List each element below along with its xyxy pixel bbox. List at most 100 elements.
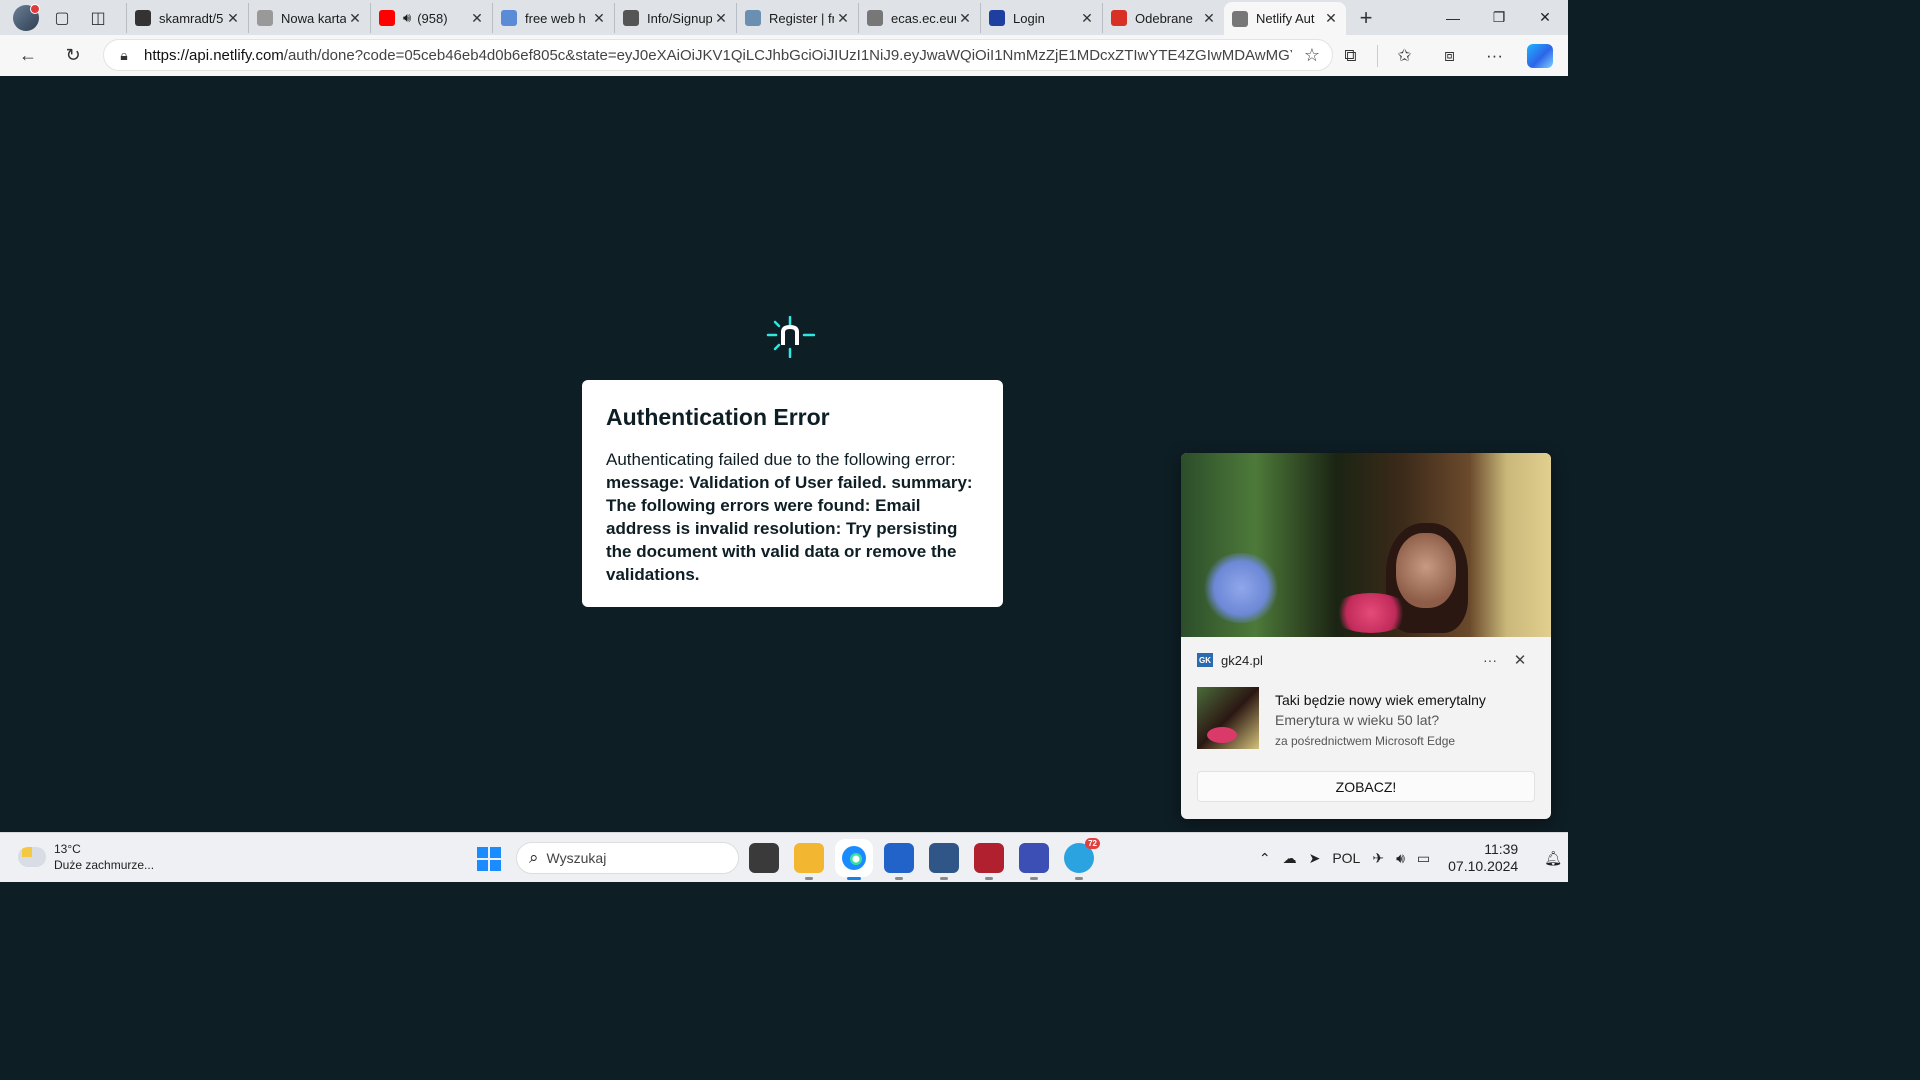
- tab-close-icon[interactable]: ✕: [1322, 10, 1340, 27]
- address-toolbar: ← ↻ 🔒︎ https://api.netlify.com/auth/done…: [0, 35, 1568, 76]
- refresh-icon[interactable]: ↻: [51, 37, 95, 73]
- battery-icon[interactable]: ▭: [1411, 850, 1436, 867]
- weather-widget[interactable]: 13°C Duże zachmurze...: [18, 841, 154, 873]
- copilot-icon[interactable]: [1517, 38, 1562, 74]
- extensions-icon[interactable]: ⧉: [1328, 38, 1373, 74]
- workspaces-icon[interactable]: ▢: [44, 3, 80, 33]
- minimize-icon[interactable]: —: [1430, 0, 1476, 35]
- tab-1[interactable]: Nowa karta ✕: [248, 3, 370, 33]
- url-text[interactable]: https://api.netlify.com/auth/done?code=0…: [144, 47, 1292, 64]
- youtube-icon: [379, 10, 395, 26]
- notification-header: GK gk24.pl ··· ✕: [1181, 637, 1551, 683]
- eu-icon: [989, 10, 1005, 26]
- tab-7[interactable]: Login ✕: [980, 3, 1102, 33]
- tab-bar: ▢ ◫ skamradt/5 ✕ Nowa karta ✕ 🔊︎ (958) ✕ free w…: [0, 0, 1568, 35]
- location-icon[interactable]: ➤: [1303, 850, 1327, 867]
- more-icon[interactable]: ···: [1472, 38, 1517, 74]
- tab-close-icon[interactable]: ✕: [468, 10, 486, 27]
- tab-close-icon[interactable]: ✕: [346, 10, 364, 27]
- tab-close-icon[interactable]: ✕: [1200, 10, 1218, 27]
- page-icon: [1232, 10, 1248, 27]
- info-icon: [623, 10, 639, 26]
- newtab-icon: [257, 10, 273, 26]
- gmail-icon: [1111, 10, 1127, 26]
- gk-logo-icon: GK: [1197, 653, 1213, 667]
- tab-label: ecas.ec.eur: [891, 10, 956, 26]
- search-icon: ⌕: [529, 848, 539, 867]
- error-text: Authenticating failed due to the followi…: [606, 448, 979, 586]
- volume-icon[interactable]: 🔊︎: [1390, 850, 1411, 867]
- collections-icon[interactable]: ⧈: [1427, 38, 1472, 74]
- cloud-sun-icon: [18, 847, 46, 867]
- more-options-icon[interactable]: ···: [1475, 652, 1505, 668]
- tab-strip: skamradt/5 ✕ Nowa karta ✕ 🔊︎ (958) ✕ free web h…: [126, 0, 1346, 35]
- tab-close-icon[interactable]: ✕: [224, 10, 242, 27]
- tab-2[interactable]: 🔊︎ (958) ✕: [370, 3, 492, 33]
- toolbar-divider: [1377, 44, 1378, 67]
- notification-bell-icon[interactable]: 🔔︎: [1538, 850, 1568, 867]
- tab-8[interactable]: Odebrane ✕: [1102, 3, 1224, 33]
- tab-close-icon[interactable]: ✕: [956, 10, 974, 27]
- tab-6[interactable]: ecas.ec.eur ✕: [858, 3, 980, 33]
- vertical-tabs-icon[interactable]: ◫: [80, 3, 116, 33]
- new-tab-button[interactable]: +: [1346, 3, 1386, 33]
- notification-action-button[interactable]: ZOBACZ!: [1197, 771, 1535, 802]
- profile-avatar[interactable]: [8, 3, 44, 33]
- store-icon[interactable]: [884, 843, 914, 880]
- clock-time: 11:39: [1484, 841, 1519, 857]
- tab-close-icon[interactable]: ✕: [590, 10, 608, 27]
- notification-toast[interactable]: GK gk24.pl ··· ✕ Taki będzie nowy wiek e…: [1181, 453, 1551, 819]
- onedrive-icon[interactable]: ☁: [1277, 850, 1303, 867]
- terminal-app-icon[interactable]: [974, 843, 1004, 880]
- start-icon[interactable]: [477, 847, 501, 871]
- error-message: message: Validation of User failed. summ…: [606, 473, 973, 584]
- clock[interactable]: 11:39 07.10.2024: [1436, 841, 1538, 875]
- edge-icon[interactable]: [839, 843, 869, 880]
- tab-label: Register | fr: [769, 10, 834, 26]
- chevron-up-icon[interactable]: ⌃: [1253, 850, 1277, 867]
- telegram-badge: 72: [1085, 838, 1100, 849]
- tab-5[interactable]: Register | fr ✕: [736, 3, 858, 33]
- tab-0[interactable]: skamradt/5 ✕: [126, 3, 248, 33]
- search-icon: [501, 10, 517, 26]
- restore-icon[interactable]: ❐: [1476, 0, 1522, 35]
- favorites-icon[interactable]: ✩: [1382, 38, 1427, 74]
- lock-icon[interactable]: 🔒︎: [104, 47, 144, 64]
- tab-close-icon[interactable]: ✕: [1078, 10, 1096, 27]
- register-icon: [745, 10, 761, 26]
- tab-close-icon[interactable]: ✕: [712, 10, 730, 27]
- error-intro: Authenticating failed due to the followi…: [606, 450, 956, 469]
- tab-close-icon[interactable]: ✕: [834, 10, 852, 27]
- avatar: [13, 3, 40, 31]
- tab-label: (958): [417, 10, 448, 26]
- file-explorer-icon[interactable]: [794, 843, 824, 880]
- taskbar-search[interactable]: ⌕ Wyszukaj: [516, 842, 739, 874]
- window-controls: — ❐ ✕: [1430, 0, 1568, 35]
- system-tray: ⌃ ☁ ➤ POL ✈ 🔊︎ ▭ 11:39 07.10.2024 🔔︎: [1253, 833, 1568, 883]
- task-view-icon[interactable]: [749, 843, 779, 873]
- weather-temp: 13°C: [54, 842, 81, 856]
- telegram-icon[interactable]: 72: [1064, 838, 1100, 880]
- page-icon: [867, 10, 883, 26]
- tab-label: free web h: [525, 10, 586, 26]
- tab-label: skamradt/5: [159, 10, 224, 26]
- address-bar[interactable]: 🔒︎ https://api.netlify.com/auth/done?cod…: [103, 39, 1333, 71]
- favorite-star-icon[interactable]: ☆: [1292, 45, 1332, 66]
- language-indicator[interactable]: POL: [1326, 850, 1366, 866]
- notification-via: za pośrednictwem Microsoft Edge: [1275, 734, 1456, 748]
- speaker-icon[interactable]: 🔊︎: [403, 10, 411, 26]
- virtualbox-icon[interactable]: [929, 843, 959, 880]
- weather-desc: Duże zachmurze...: [54, 858, 155, 872]
- back-icon[interactable]: ←: [6, 37, 50, 73]
- close-icon[interactable]: ✕: [1522, 0, 1568, 35]
- save-disk-icon[interactable]: [1019, 843, 1049, 880]
- tab-9[interactable]: Netlify Aut ✕: [1224, 2, 1346, 35]
- airplane-icon[interactable]: ✈: [1366, 850, 1390, 867]
- tab-4[interactable]: Info/Signup ✕: [614, 3, 736, 33]
- tab-3[interactable]: free web h ✕: [492, 3, 614, 33]
- tab-label: Odebrane: [1135, 10, 1193, 26]
- github-icon: [135, 10, 151, 26]
- notification-close-icon[interactable]: ✕: [1505, 651, 1535, 669]
- notification-body[interactable]: Taki będzie nowy wiek emerytalny Emerytu…: [1181, 683, 1551, 749]
- url-path: /auth/done?code=05ceb46eb4d0b6ef805c&sta…: [283, 46, 1292, 64]
